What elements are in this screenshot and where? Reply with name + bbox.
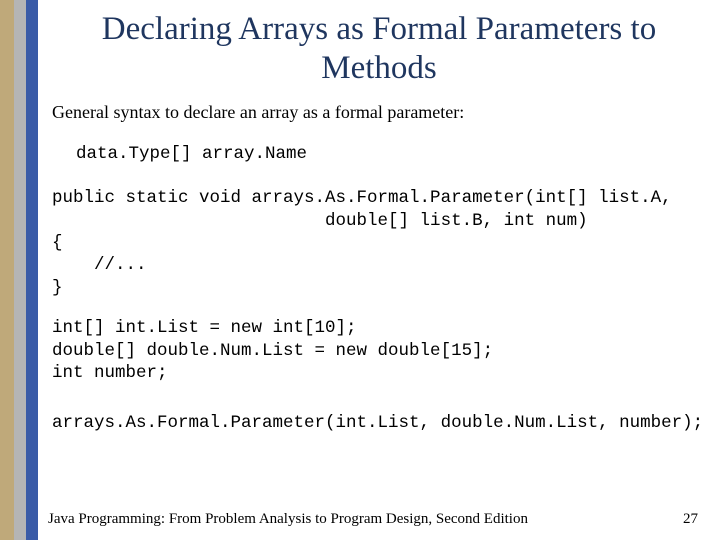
slide-content: Declaring Arrays as Formal Parameters to… — [48, 0, 710, 540]
slide-body: General syntax to declare an array as a … — [48, 102, 710, 435]
slide-footer: Java Programming: From Problem Analysis … — [48, 511, 710, 528]
footer-page-number: 27 — [683, 511, 698, 528]
slide-title: Declaring Arrays as Formal Parameters to… — [48, 0, 710, 102]
stripe-gray — [14, 0, 26, 540]
method-code: public static void arrays.As.Formal.Para… — [52, 187, 706, 299]
intro-text: General syntax to declare an array as a … — [52, 102, 706, 123]
syntax-code: data.Type[] array.Name — [76, 143, 706, 165]
stripe-tan — [0, 0, 14, 540]
sidebar-stripes — [0, 0, 38, 540]
stripe-blue — [26, 0, 38, 540]
call-code: arrays.As.Formal.Parameter(int.List, dou… — [52, 412, 706, 434]
footer-book-title: Java Programming: From Problem Analysis … — [48, 511, 528, 528]
declaration-code: int[] int.List = new int[10]; double[] d… — [52, 317, 706, 384]
